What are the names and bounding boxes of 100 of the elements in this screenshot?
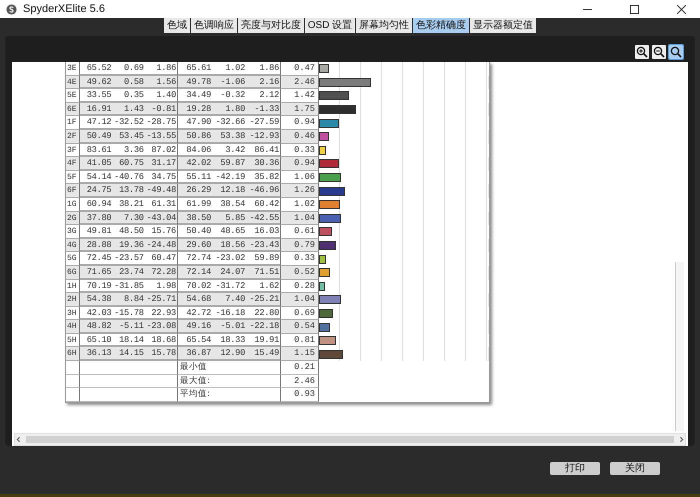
table-cell: 38.54 bbox=[212, 198, 246, 211]
table-cell: 1.98 bbox=[144, 280, 177, 292]
table-cell: 71.65 bbox=[80, 266, 112, 278]
table-cell: 2F bbox=[66, 130, 80, 144]
table-cell: -27.59 bbox=[246, 116, 280, 129]
tab[interactable]: 显示器额定值 bbox=[470, 18, 536, 33]
table-cell: -13.55 bbox=[144, 130, 177, 143]
table-cell: 1.56 bbox=[144, 76, 177, 88]
table-cell: 16.91 bbox=[80, 102, 112, 116]
table-cell: 22.93 bbox=[144, 306, 177, 320]
table-cell: -42.19 bbox=[212, 170, 246, 184]
table-cell: -0.81 bbox=[144, 102, 177, 116]
dialog-button[interactable]: 打印 bbox=[550, 462, 600, 475]
table-cell: -5.01 bbox=[212, 320, 246, 333]
table-cell: 60.42 bbox=[246, 198, 280, 211]
dialog-button[interactable]: 关闭 bbox=[610, 462, 660, 475]
table-cell: 49.81 bbox=[80, 225, 112, 238]
table-cell: -0.32 bbox=[212, 89, 246, 102]
vertical-scrollbar[interactable] bbox=[675, 262, 684, 431]
table-cell: 84.06 bbox=[178, 144, 212, 156]
table-cell: 2.16 bbox=[246, 76, 280, 88]
table-cell: 4F bbox=[66, 157, 80, 171]
tab[interactable]: 色彩精确度 bbox=[413, 18, 470, 33]
table-cell: 4G bbox=[66, 238, 80, 252]
table-cell: -23.08 bbox=[144, 320, 177, 333]
table-cell: 13.78 bbox=[112, 184, 145, 197]
table-cell: -49.48 bbox=[144, 184, 177, 197]
zoom-out-icon[interactable] bbox=[652, 45, 666, 59]
table-cell: -46.96 bbox=[246, 184, 280, 197]
tab[interactable]: OSD 设置 bbox=[304, 18, 356, 33]
table-cell: 55.11 bbox=[178, 170, 212, 184]
table-cell: 4H bbox=[66, 320, 80, 334]
table-cell: 0.35 bbox=[112, 89, 145, 102]
tab[interactable]: 亮度与对比度 bbox=[238, 18, 304, 33]
table-cell: 19.91 bbox=[246, 334, 280, 346]
window-title: SpyderXElite 5.6 bbox=[23, 3, 105, 15]
table-cell: 0.58 bbox=[112, 76, 145, 88]
table-cell: 24.75 bbox=[80, 184, 112, 197]
table-cell: 70.19 bbox=[80, 280, 112, 292]
table-cell: 38.21 bbox=[112, 198, 145, 211]
table-cell: 6F bbox=[66, 184, 80, 198]
table-cell: 61.31 bbox=[144, 198, 177, 211]
table-cell: 54.14 bbox=[80, 170, 112, 184]
table-cell: -32.52 bbox=[112, 116, 145, 129]
table-cell: 0.69 bbox=[112, 62, 145, 75]
table-cell: 24.07 bbox=[212, 266, 246, 278]
table-cell: 42.02 bbox=[178, 157, 212, 170]
table-cell: 31.17 bbox=[144, 157, 177, 170]
close-icon[interactable] bbox=[677, 4, 686, 14]
app-logo-icon bbox=[6, 4, 17, 14]
table-cell: 36.87 bbox=[178, 347, 212, 360]
table-cell: 5.85 bbox=[212, 212, 246, 224]
table-cell: 65.54 bbox=[178, 334, 212, 346]
table-cell: -12.93 bbox=[246, 130, 280, 143]
magnifier-icon[interactable] bbox=[669, 45, 683, 59]
table-cell: 29.60 bbox=[178, 238, 212, 252]
table-cell: 49.16 bbox=[178, 320, 212, 333]
table-cell: -25.21 bbox=[246, 293, 280, 306]
table-cell: 2G bbox=[66, 212, 80, 226]
table-cell: 71.51 bbox=[246, 266, 280, 278]
table-cell: 37.80 bbox=[80, 212, 112, 224]
table-cell: -23.02 bbox=[212, 252, 246, 265]
table-cell: 18.33 bbox=[212, 334, 246, 346]
table-cell: 7.40 bbox=[212, 293, 246, 306]
table-cell: 47.90 bbox=[178, 116, 212, 129]
table-cell: 48.50 bbox=[112, 225, 145, 238]
table-cell: 1.80 bbox=[212, 102, 246, 116]
table-cell: 3.36 bbox=[112, 144, 145, 156]
tab[interactable]: 屏幕均匀性 bbox=[356, 18, 412, 33]
table-cell: 86.41 bbox=[246, 144, 280, 156]
table-cell: 53.45 bbox=[112, 130, 145, 143]
table-cell: 54.68 bbox=[178, 293, 212, 306]
table-cell: 19.28 bbox=[178, 102, 212, 116]
table-cell: 1.43 bbox=[112, 102, 145, 116]
tab[interactable]: 色调响应 bbox=[190, 18, 237, 33]
table-cell: 1.86 bbox=[144, 62, 177, 75]
table-cell: 15.49 bbox=[246, 347, 280, 360]
summary-label: 平均值: bbox=[178, 388, 281, 402]
table-cell: 15.78 bbox=[144, 347, 177, 360]
table-cell bbox=[66, 388, 80, 402]
table-cell: 34.75 bbox=[144, 170, 177, 184]
table-cell: 36.13 bbox=[80, 347, 112, 360]
tab[interactable]: 色域 bbox=[164, 18, 190, 33]
table-cell: -23.43 bbox=[246, 238, 280, 252]
table-cell: 7.30 bbox=[112, 212, 145, 224]
table-cell: 49.78 bbox=[178, 76, 212, 88]
table-cell: 47.12 bbox=[80, 116, 112, 129]
table-cell: 14.15 bbox=[112, 347, 145, 360]
zoom-in-icon[interactable] bbox=[635, 45, 649, 59]
table-cell: -23.57 bbox=[112, 252, 145, 265]
table-cell: -31.72 bbox=[212, 280, 246, 292]
table-cell: -22.18 bbox=[246, 320, 280, 333]
table-cell: 12.90 bbox=[212, 347, 246, 360]
horizontal-scrollbar[interactable] bbox=[14, 433, 686, 446]
table-cell: 49.62 bbox=[80, 76, 112, 88]
table-cell: 60.94 bbox=[80, 198, 112, 211]
maximize-icon[interactable] bbox=[630, 4, 639, 14]
table-cell: 28.88 bbox=[80, 238, 112, 252]
table-cell: 16.03 bbox=[246, 225, 280, 238]
table-cell: -32.66 bbox=[212, 116, 246, 129]
